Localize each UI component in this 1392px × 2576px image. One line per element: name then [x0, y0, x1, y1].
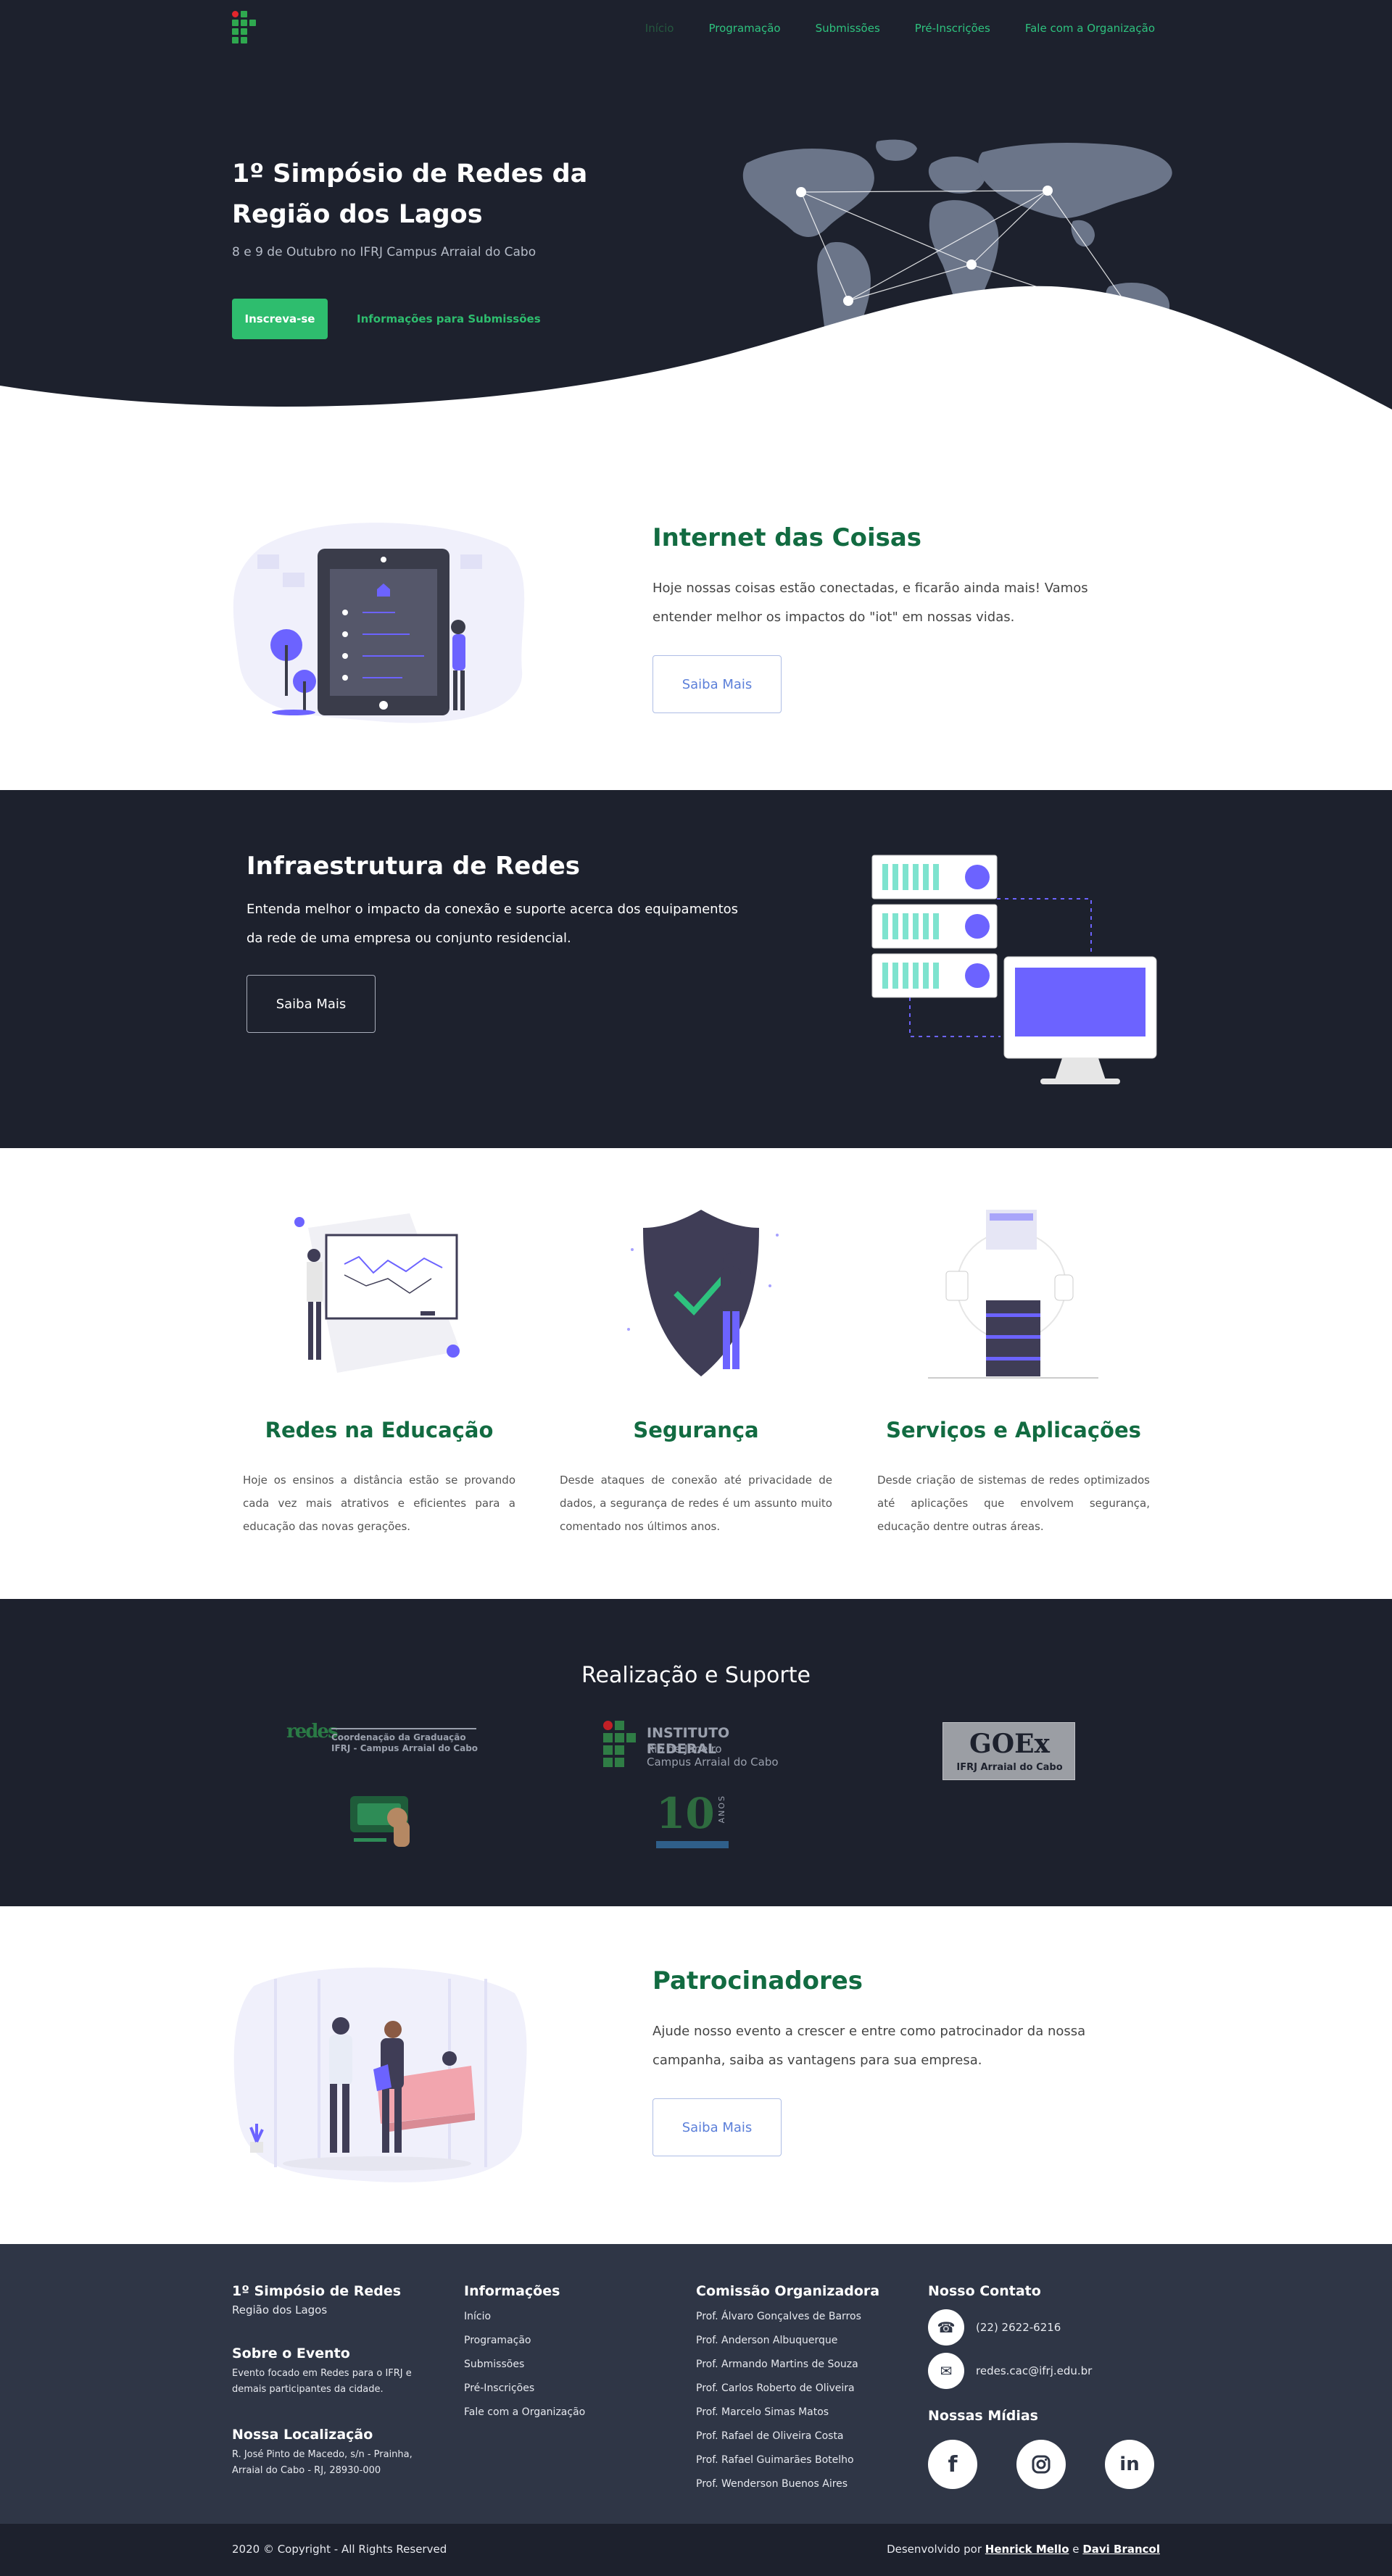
footer-link-programacao[interactable]: Programação	[464, 2329, 674, 2353]
footer-link-contato[interactable]: Fale com a Organização	[464, 2401, 674, 2425]
developed-by-label: Desenvolvido por	[887, 2543, 982, 2556]
iot-learn-more-button[interactable]: Saiba Mais	[652, 655, 782, 713]
card-education-text: Hoje os ensinos a distância estão se pro…	[243, 1474, 515, 1533]
nav-menu: Início Programação Submissões Pré-Inscri…	[645, 22, 1155, 35]
logo-coordenacao[interactable]: redes Coordenação da Graduação IFRJ - Ca…	[286, 1721, 478, 1757]
footer-about-text: Evento focado em Redes para o IFRJ e dem…	[232, 2368, 412, 2395]
footer-committee-title: Comissão Organizadora	[696, 2283, 880, 2299]
nav-link-inicio[interactable]: Início	[645, 22, 674, 35]
copyright-text: 2020 © Copyright - All Rights Reserved	[232, 2543, 447, 2556]
committee-member: Prof. Carlos Roberto de Oliveira	[696, 2382, 855, 2394]
nav-link-submissoes[interactable]: Submissões	[816, 22, 880, 35]
committee-member: Prof. Marcelo Simas Matos	[696, 2406, 829, 2418]
iot-title: Internet das Coisas	[652, 523, 922, 552]
infrastructure-section: Infraestrutura de Redes Entenda melhor o…	[0, 790, 1392, 1148]
footer-link-submissoes[interactable]: Submissões	[464, 2353, 674, 2377]
support-title: Realização e Suporte	[581, 1663, 811, 1688]
hero-wave-divider	[0, 286, 1392, 413]
sponsors-title: Patrocinadores	[652, 1966, 863, 1995]
iot-section: Internet das Coisas Hoje nossas coisas e…	[0, 413, 1392, 790]
card-services-text: Desde criação de sistemas de redes optim…	[877, 1474, 1150, 1533]
sponsors-illustration	[233, 1967, 527, 2182]
ifrj-logo[interactable]	[232, 11, 256, 46]
infra-title: Infraestrutura de Redes	[246, 852, 580, 881]
footer: 1º Simpósio de Redes Região dos Lagos So…	[0, 2244, 1392, 2524]
hero-section: Início Programação Submissões Pré-Inscri…	[0, 0, 1392, 413]
footer-about-title: Sobre o Evento	[232, 2346, 350, 2361]
committee-member: Prof. Armando Martins de Souza	[696, 2359, 858, 2370]
sponsors-section: Patrocinadores Ajude nosso evento a cres…	[0, 1906, 1392, 2244]
iot-illustration	[233, 523, 525, 723]
security-illustration	[627, 1210, 779, 1376]
digital-logo-icon	[350, 1796, 410, 1847]
footer-social-title: Nossas Mídias	[928, 2408, 1038, 2424]
logo-digital[interactable]	[347, 1789, 419, 1850]
committee-member: Prof. Anderson Albuquerque	[696, 2335, 838, 2346]
support-section: Realização e Suporte redes Coordenação d…	[0, 1599, 1392, 1906]
card-security-title: Segurança	[633, 1418, 759, 1442]
card-education-title: Redes na Educação	[265, 1418, 494, 1442]
footer-contact-column: Nosso Contato ☎ (22) 2622-6216 ✉ redes.c…	[928, 2283, 1167, 2489]
hero-title: 1º Simpósio de Redes da Região dos Lagos	[232, 159, 588, 229]
footer-phone[interactable]: ☎ (22) 2622-6216	[928, 2309, 1167, 2346]
logo-instituto-federal[interactable]: INSTITUTO FEDERAL Rio de Janeiro Campus …	[603, 1721, 792, 1773]
sponsors-learn-more-button[interactable]: Saiba Mais	[652, 2098, 782, 2156]
envelope-icon: ✉	[928, 2353, 964, 2389]
footer-contact-title: Nosso Contato	[928, 2283, 1041, 2299]
iot-text: Hoje nossas coisas estão conectadas, e f…	[652, 581, 1088, 625]
social-links: f in	[928, 2440, 1167, 2489]
facebook-icon[interactable]: f	[928, 2440, 977, 2489]
committee-member: Prof. Álvaro Gonçalves de Barros	[696, 2311, 861, 2322]
infra-learn-more-button[interactable]: Saiba Mais	[246, 975, 376, 1033]
committee-member: Prof. Wenderson Buenos Aires	[696, 2478, 848, 2490]
footer-committee-column: Comissão Organizadora Prof. Álvaro Gonça…	[696, 2283, 921, 2496]
card-services-title: Serviços e Aplicações	[886, 1418, 1141, 1442]
footer-info-title: Informações	[464, 2283, 560, 2299]
nav-link-contato[interactable]: Fale com a Organização	[1025, 22, 1155, 35]
card-security-text: Desde ataques de conexão até privacidade…	[560, 1474, 832, 1533]
footer-link-pre-inscricoes[interactable]: Pré-Inscrições	[464, 2377, 674, 2401]
footer-link-inicio[interactable]: Início	[464, 2305, 674, 2329]
footer-event-subtitle: Região dos Lagos	[232, 2303, 328, 2317]
services-illustration	[928, 1210, 1098, 1379]
logo-10-anos[interactable]: 10 ANOS	[656, 1789, 732, 1850]
developers-credit: Desenvolvido por Henrick Mello e Davi Br…	[887, 2543, 1160, 2556]
footer-about-column: 1º Simpósio de Redes Região dos Lagos So…	[232, 2283, 442, 2479]
nav-link-pre-inscricoes[interactable]: Pré-Inscrições	[915, 22, 990, 35]
infra-text: Entenda melhor o impacto da conexão e su…	[246, 902, 739, 946]
footer-location-title: Nossa Localização	[232, 2427, 373, 2443]
committee-member: Prof. Rafael de Oliveira Costa	[696, 2430, 844, 2442]
education-illustration	[294, 1213, 460, 1373]
footer-event-title: 1º Simpósio de Redes	[232, 2283, 402, 2299]
navbar: Início Programação Submissões Pré-Inscri…	[0, 0, 1392, 58]
sponsors-text: Ajude nosso evento a crescer e entre com…	[652, 2024, 1086, 2068]
instagram-icon[interactable]	[1016, 2440, 1066, 2489]
developer-link-davi[interactable]: Davi Brancol	[1082, 2543, 1160, 2556]
committee-member: Prof. Rafael Guimarães Botelho	[696, 2454, 854, 2466]
server-illustration	[871, 855, 1157, 1084]
topics-section: Redes na Educação Hoje os ensinos a dist…	[0, 1148, 1392, 1599]
footer-email[interactable]: ✉ redes.cac@ifrj.edu.br	[928, 2353, 1167, 2389]
logo-goex[interactable]: GOEx IFRJ Arraial do Cabo	[942, 1722, 1075, 1780]
footer-location-text: R. José Pinto de Macedo, s/n - Prainha, …	[232, 2449, 413, 2476]
linkedin-icon[interactable]: in	[1105, 2440, 1154, 2489]
bottom-bar: 2020 © Copyright - All Rights Reserved D…	[0, 2524, 1392, 2576]
and-text: e	[1072, 2543, 1080, 2556]
developer-link-henrick[interactable]: Henrick Mello	[985, 2543, 1069, 2556]
footer-info-column: Informações Início Programação Submissõe…	[464, 2283, 674, 2425]
phone-icon: ☎	[928, 2309, 964, 2346]
nav-link-programacao[interactable]: Programação	[708, 22, 780, 35]
